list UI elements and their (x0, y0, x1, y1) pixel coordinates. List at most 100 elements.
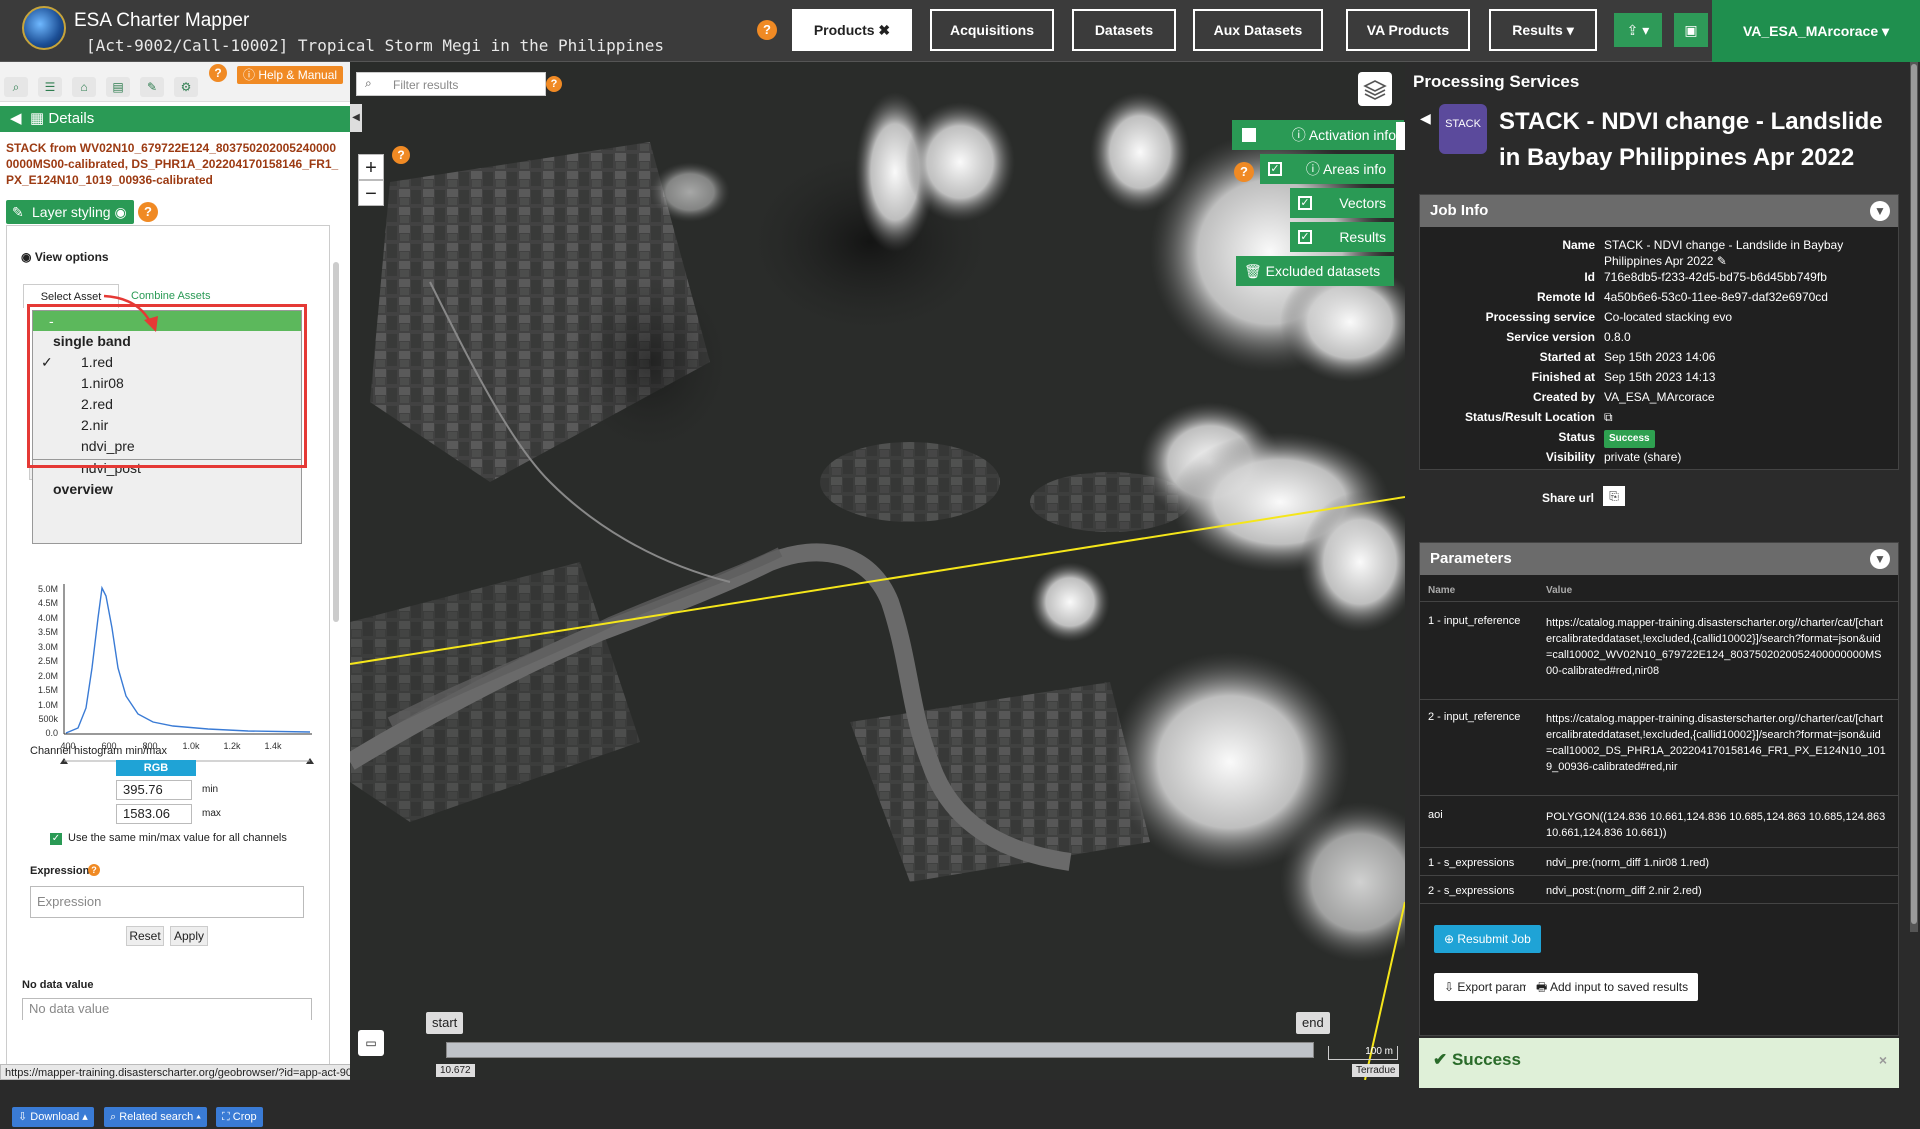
field-key: Share url (1541, 491, 1594, 505)
excluded-datasets-button[interactable]: 🗑 Excluded datasets (1236, 256, 1394, 286)
collapse-left-panel-icon[interactable]: ◀ (350, 104, 362, 132)
pencil-icon[interactable]: ✎ (140, 77, 164, 97)
search-icon[interactable]: ⌕ (4, 77, 28, 97)
divider (1420, 601, 1898, 602)
item-title: STACK from WV02N10_679722E124_8037502020… (6, 141, 339, 187)
layers-icon[interactable] (1358, 72, 1392, 106)
same-minmax-checkbox[interactable]: ✓ (50, 833, 62, 845)
tab-va-products[interactable]: VA Products (1346, 9, 1470, 51)
chevron-down-icon[interactable]: ▼ (1870, 201, 1890, 221)
check-icon[interactable]: ✓ (1268, 162, 1282, 176)
min-input[interactable]: 395.76 (116, 780, 192, 800)
tab-label: Results (1512, 22, 1563, 38)
field-name: Name STACK - NDVI change - Landslide in … (1420, 237, 1900, 269)
tab-aux-datasets[interactable]: Aux Datasets (1193, 9, 1323, 51)
chevron-down-icon[interactable]: ▼ (1870, 549, 1890, 569)
field-key: Created by (1532, 390, 1595, 404)
areas-info-toggle[interactable]: ✓ ⓘ Areas info (1260, 154, 1394, 184)
parameters-title: Parameters (1430, 550, 1512, 567)
divider (1420, 847, 1898, 848)
map-attribution: Terradue (1352, 1064, 1400, 1077)
check-icon[interactable]: ✓ (1298, 196, 1312, 210)
external-link-icon[interactable]: ⧉ (1604, 409, 1894, 425)
panel-collapse-arrow[interactable] (1396, 122, 1405, 150)
close-icon[interactable]: × (1879, 1052, 1887, 1068)
related-search-button[interactable]: ⌕ Related search ▴ (104, 1107, 207, 1127)
tab-products[interactable]: Products ✖ (792, 9, 912, 51)
vectors-label: Vectors (1339, 195, 1386, 211)
satellite-imagery (350, 62, 1405, 1080)
field-value: Co-located stacking evo (1604, 310, 1733, 324)
help-icon[interactable]: ? (138, 202, 158, 222)
download-button[interactable]: ⇩ Download ▴ (12, 1107, 94, 1127)
check-icon[interactable]: ✓ (1298, 230, 1312, 244)
param-value: ndvi_pre:(norm_diff 1.nir08 1.red) (1546, 857, 1710, 869)
help-icon[interactable]: ? (209, 64, 227, 82)
scrollbar[interactable] (333, 262, 339, 622)
search-icon: ⌕ (365, 76, 372, 90)
param-value: POLYGON((124.836 10.661,124.836 10.685,1… (1546, 811, 1886, 839)
field-key: Finished at (1531, 370, 1595, 384)
user-menu[interactable]: VA_ESA_MArcorace ▾ (1712, 0, 1920, 62)
crop-button[interactable]: ⛶ Crop (216, 1107, 263, 1127)
field-key: Status (1558, 430, 1595, 444)
activation-info-toggle[interactable]: ⓘ Activation info (1232, 120, 1404, 150)
briefcase-icon[interactable]: ▣ (1674, 13, 1708, 47)
checkbox-icon[interactable] (1242, 128, 1256, 142)
add-input-button[interactable]: 🖶 Add input to saved results (1526, 973, 1699, 1001)
expression-input[interactable]: Expression (30, 886, 304, 918)
zoom-out-button[interactable]: − (358, 180, 384, 206)
help-icon[interactable]: ? (546, 76, 562, 92)
bottom-actions: ⇩ Download ▴ ⌕ Related search ▴ ⛶ Crop (12, 1107, 280, 1129)
nodata-label: No data value (22, 979, 94, 991)
nodata-input[interactable]: No data value (22, 998, 312, 1020)
close-icon[interactable]: ✖ (878, 22, 890, 38)
layer-styling-button[interactable]: ✎ Layer styling ◉ (6, 200, 134, 224)
xtick: 1.0k (182, 741, 200, 751)
visibility-value[interactable]: private (share) (1604, 449, 1894, 465)
timeline-slider[interactable] (446, 1042, 1314, 1058)
vectors-toggle[interactable]: ✓ Vectors (1290, 188, 1394, 218)
help-icon[interactable]: ? (1234, 162, 1254, 182)
chevron-left-icon[interactable]: ◀ (10, 106, 22, 132)
crop-label: Crop (232, 1111, 257, 1123)
max-input[interactable]: 1583.06 (116, 804, 192, 824)
tab-acquisitions[interactable]: Acquisitions (930, 9, 1054, 51)
map-view[interactable]: ⌕ Filter results ? + − ? ⓘ Activation in… (350, 62, 1405, 1080)
archive-icon[interactable]: ▤ (106, 77, 130, 97)
tab-results[interactable]: Results ▾ (1489, 9, 1597, 51)
details-header[interactable]: ◀ ▦ Details (0, 106, 350, 132)
help-icon[interactable]: ? (757, 20, 777, 40)
job-info-header[interactable]: Job Info ▼ (1420, 195, 1898, 227)
help-manual-button[interactable]: ⓘ Help & Manual (237, 66, 344, 84)
param-name: 1 - s_expressions (1428, 857, 1515, 869)
app-title: ESA Charter Mapper (74, 10, 250, 31)
param-value: ndvi_post:(norm_diff 2.nir 2.red) (1546, 885, 1702, 897)
timeline-toggle-icon[interactable]: ▭ (358, 1030, 384, 1056)
basket-icon[interactable]: ⌂ (72, 77, 96, 97)
scale-bar: 100 m (1328, 1046, 1398, 1060)
list-icon[interactable]: ☰ (38, 77, 62, 97)
help-icon[interactable]: ? (392, 146, 410, 164)
parameters-header[interactable]: Parameters ▼ (1420, 543, 1898, 575)
field-key: Processing service (1485, 310, 1595, 324)
upload-button[interactable]: ⇪ ▾ (1614, 13, 1662, 47)
copy-icon[interactable]: ⎘ (1603, 486, 1625, 506)
areas-info-label: Areas info (1322, 161, 1386, 177)
help-icon[interactable]: ? (88, 864, 100, 876)
reset-button[interactable]: Reset (126, 926, 164, 946)
resubmit-job-button[interactable]: ⊕ Resubmit Job (1434, 925, 1541, 953)
col-name-header: Name (1428, 585, 1456, 596)
rgb-channel-tab[interactable]: RGB (116, 760, 196, 776)
apply-button[interactable]: Apply (170, 926, 208, 946)
zoom-in-button[interactable]: + (358, 154, 384, 180)
dropdown-continued: ndvi_post overview (32, 460, 302, 544)
scrollbar[interactable] (1910, 62, 1918, 932)
tab-datasets[interactable]: Datasets (1072, 9, 1176, 51)
histogram-line (65, 585, 311, 734)
filter-results[interactable]: ⌕ Filter results (356, 72, 546, 96)
back-arrow-icon[interactable]: ◀ (1420, 110, 1431, 127)
results-toggle[interactable]: ✓ Results (1290, 222, 1394, 252)
gear-icon[interactable]: ⚙ (174, 77, 198, 97)
caret-down-icon: ▾ (1566, 22, 1574, 38)
